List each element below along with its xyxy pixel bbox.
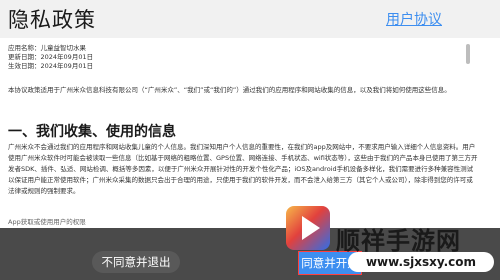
play-icon (302, 216, 320, 240)
policy-intro: 本协议政策适用于广州米众信息科技有限公司（“广州米众”、“我们”或“我们的”）通… (8, 86, 451, 94)
scrollbar-thumb[interactable] (466, 44, 470, 64)
section-heading: 一、我们收集、使用的信息 (8, 124, 176, 140)
next-section-text: App获取或使用用户的权限 (8, 218, 86, 226)
policy-document[interactable]: 应用名称：儿童益智切水果 更新日期：2024年09月01日 生效日期：2024年… (0, 38, 500, 228)
disagree-exit-button[interactable]: 不同意并退出 (92, 251, 180, 273)
watermark-logo-icon (286, 206, 330, 250)
updated-date-line: 更新日期：2024年09月01日 (8, 53, 94, 61)
policy-meta: 应用名称：儿童益智切水果 更新日期：2024年09月01日 生效日期：2024年… (8, 44, 93, 71)
watermark-url: www.sjxsxy.com (348, 252, 494, 272)
app-name-line: 应用名称：儿童益智切水果 (8, 44, 86, 52)
section-body: 广州米众不会通过我们的应用程序和网站收集儿童的个人信息。我们深知用户个人信息的重… (8, 143, 478, 195)
effective-date-line: 生效日期：2024年09月01日 (8, 62, 94, 70)
watermark-site-name: 顺祥手游网 (336, 227, 461, 255)
page-title: 隐私政策 (8, 8, 96, 32)
user-agreement-link[interactable]: 用户协议 (386, 9, 442, 29)
header-bar: 隐私政策 用户协议 (0, 0, 500, 38)
